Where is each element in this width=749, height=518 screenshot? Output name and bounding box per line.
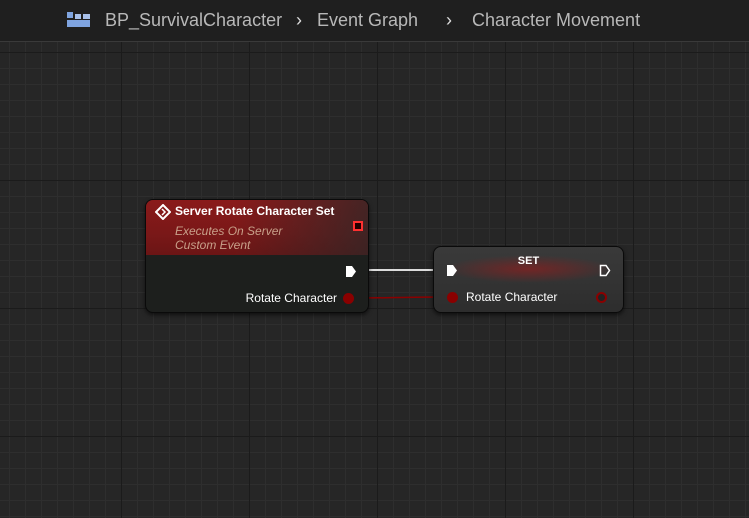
set-variable-node[interactable]: SET Rotate Character xyxy=(433,246,624,313)
rotate-character-out-pin[interactable] xyxy=(343,293,354,304)
exec-in-pin[interactable] xyxy=(446,264,458,277)
node-title: SET xyxy=(517,255,540,267)
node-subtitle: Executes On Server xyxy=(175,224,283,238)
wires xyxy=(351,269,452,299)
node-subtitle: Custom Event xyxy=(175,238,251,252)
custom-event-node[interactable]: Server Rotate Character Set Executes On … xyxy=(145,199,369,313)
rotate-character-out-pin[interactable] xyxy=(596,292,607,303)
exec-out-pin[interactable] xyxy=(599,264,611,277)
exec-out-pin[interactable] xyxy=(345,265,357,278)
delegate-pin[interactable] xyxy=(353,221,363,231)
node-title: Server Rotate Character Set xyxy=(175,204,335,218)
event-diamond-icon xyxy=(155,204,171,220)
pin-label: Rotate Character xyxy=(466,290,558,304)
rotate-character-in-pin[interactable] xyxy=(447,292,458,303)
pin-label: Rotate Character xyxy=(245,291,337,305)
